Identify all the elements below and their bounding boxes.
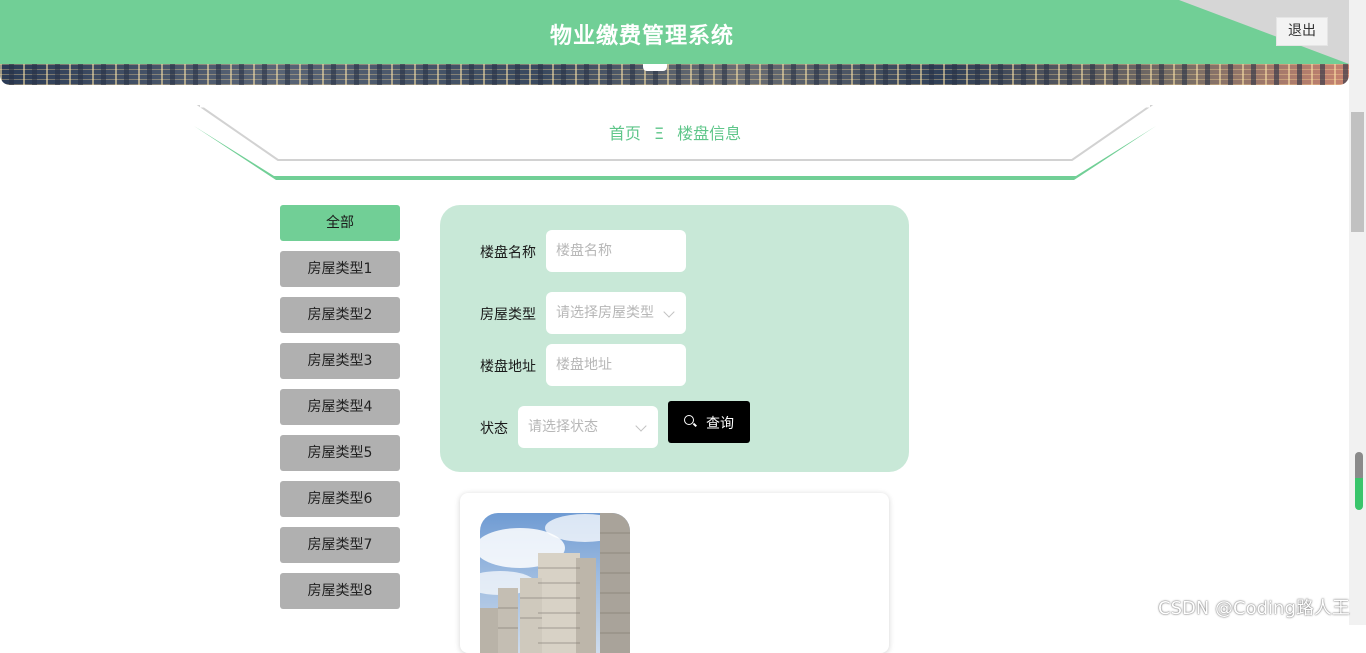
house-type-select[interactable]: 请选择房屋类型 <box>546 292 686 334</box>
sidebar-item-type-5[interactable]: 房屋类型5 <box>280 435 400 471</box>
breadcrumb-separator: Ξ <box>653 124 665 143</box>
status-label: 状态 <box>480 421 508 437</box>
building-photo-illustration <box>480 513 630 653</box>
scrollbar-thumb[interactable] <box>1351 112 1364 232</box>
status-placeholder: 请选择状态 <box>528 419 598 435</box>
sidebar-item-type-3[interactable]: 房屋类型3 <box>280 343 400 379</box>
breadcrumb: 首页 Ξ 楼盘信息 <box>190 120 1160 144</box>
sidebar-item-type-1[interactable]: 房屋类型1 <box>280 251 400 287</box>
building-photo[interactable] <box>480 513 630 653</box>
sidebar-item-all[interactable]: 全部 <box>280 205 400 241</box>
sidebar-item-type-4[interactable]: 房屋类型4 <box>280 389 400 425</box>
sidebar-item-type-2[interactable]: 房屋类型2 <box>280 297 400 333</box>
search-icon <box>684 415 694 425</box>
page-scrollbar[interactable] <box>1349 0 1366 625</box>
sidebar-item-type-6[interactable]: 房屋类型6 <box>280 481 400 517</box>
sidebar-item-type-8[interactable]: 房屋类型8 <box>280 573 400 609</box>
building-card[interactable] <box>460 493 889 653</box>
side-progress-indicator <box>1355 452 1363 510</box>
building-name-input[interactable]: 楼盘名称 <box>546 230 686 272</box>
chevron-down-icon <box>635 420 647 432</box>
query-button[interactable]: 查询 <box>668 401 750 443</box>
breadcrumb-home-link[interactable]: 首页 <box>609 124 641 143</box>
sidebar-item-type-7[interactable]: 房屋类型7 <box>280 527 400 563</box>
breadcrumb-frame: 首页 Ξ 楼盘信息 <box>190 98 1160 188</box>
app-title: 物业缴费管理系统 <box>549 24 734 49</box>
query-button-label: 查询 <box>706 416 734 432</box>
search-panel: 楼盘名称 楼盘名称 房屋类型 请选择房屋类型 楼盘地址 楼盘地址 状态 请选择状… <box>440 205 909 472</box>
status-select[interactable]: 请选择状态 <box>518 406 658 448</box>
house-type-label: 房屋类型 <box>480 307 536 323</box>
breadcrumb-current: 楼盘信息 <box>677 124 742 143</box>
logout-button[interactable]: 退出 <box>1276 17 1328 46</box>
building-address-input[interactable]: 楼盘地址 <box>546 344 686 386</box>
carousel-indicator[interactable] <box>643 64 667 71</box>
house-type-placeholder: 请选择房屋类型 <box>556 305 654 321</box>
watermark: CSDN @Coding路人王 <box>1158 598 1350 619</box>
building-address-label: 楼盘地址 <box>480 359 536 375</box>
chevron-down-icon <box>663 306 675 318</box>
banner-carousel <box>0 64 1349 85</box>
building-name-label: 楼盘名称 <box>480 245 536 261</box>
top-header: 物业缴费管理系统 退出 <box>0 0 1349 64</box>
